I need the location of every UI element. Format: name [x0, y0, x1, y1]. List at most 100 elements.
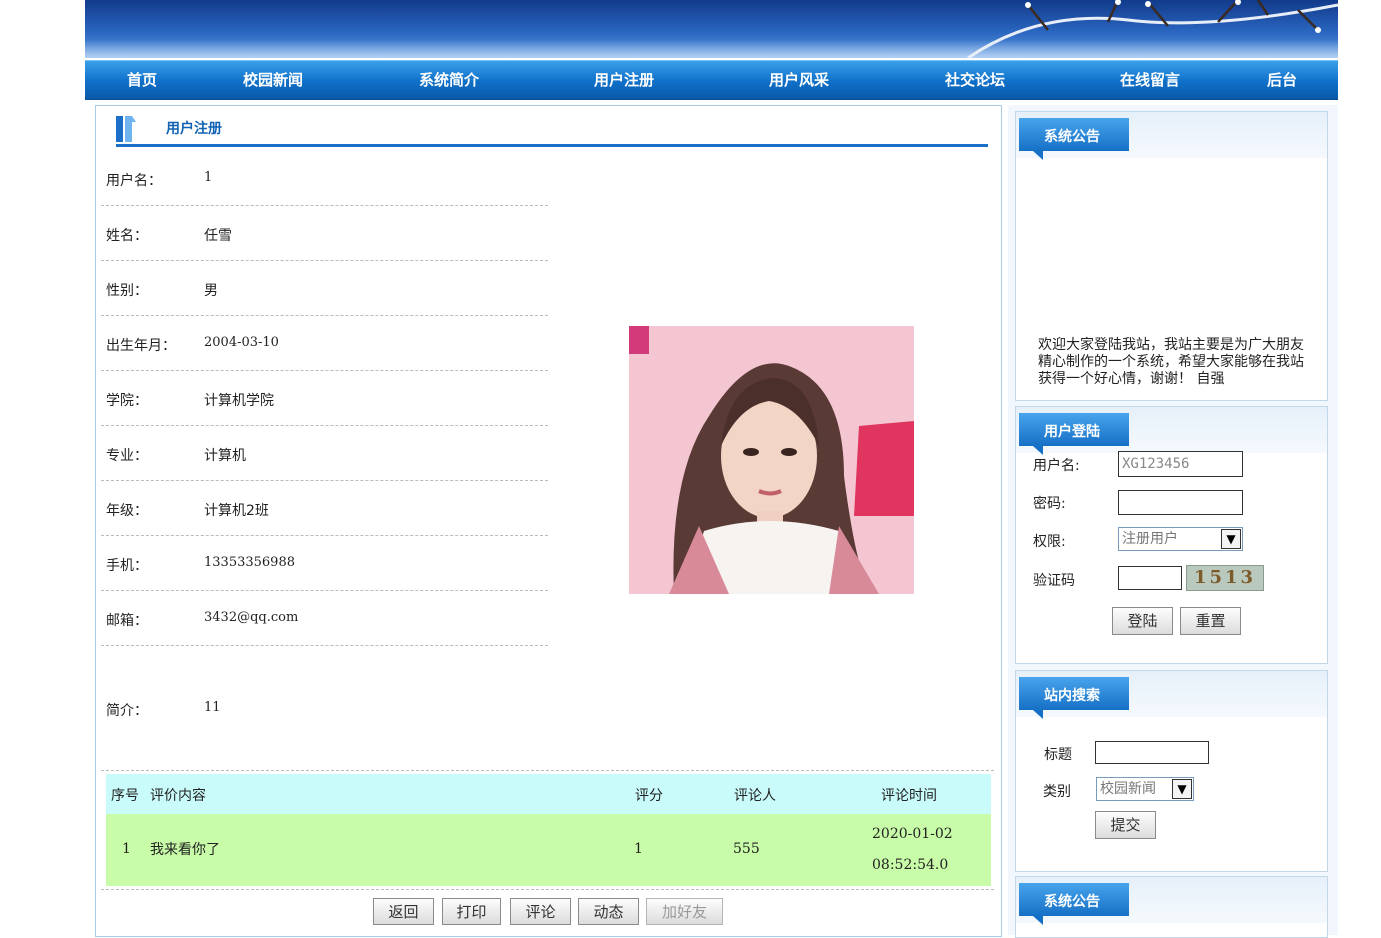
- col-header-no: 序号: [111, 788, 139, 804]
- field-label: 出生年月：: [106, 338, 176, 354]
- cell-user: 555: [733, 841, 760, 857]
- field-row-email: 邮箱： 3432@qq.com: [101, 590, 548, 646]
- search-title-input[interactable]: [1095, 741, 1209, 764]
- comment-table-header: 序号 评价内容 评分 评论人 评论时间: [106, 774, 991, 814]
- nav-item-home[interactable]: 首页: [127, 69, 157, 90]
- captcha-label: 验证码: [1033, 573, 1075, 589]
- add-friend-button[interactable]: 加好友: [646, 898, 723, 925]
- field-row-intro: 简介： 11: [101, 645, 994, 771]
- search-category-label: 类别: [1043, 784, 1071, 800]
- reset-button[interactable]: 重置: [1180, 607, 1241, 635]
- nav-item-forum[interactable]: 社交论坛: [945, 69, 1005, 90]
- nav-item-messages[interactable]: 在线留言: [1120, 69, 1180, 90]
- field-value: 13353356988: [204, 555, 295, 570]
- back-button[interactable]: 返回: [373, 898, 434, 925]
- nav-item-campus-news[interactable]: 校园新闻: [243, 69, 303, 90]
- field-label: 用户名：: [106, 173, 162, 189]
- field-value: 男: [204, 283, 218, 299]
- category-select-value: 校园新闻: [1100, 781, 1156, 797]
- tab-pointer: [1033, 151, 1043, 160]
- chevron-down-icon: ▼: [1221, 529, 1241, 549]
- notice-panel: 系统公告 欢迎大家登陆我站，我站主要是为广大朋友精心制作的一个系统，希望大家能够…: [1015, 111, 1328, 401]
- nav-item-user-showcase[interactable]: 用户风采: [769, 69, 829, 90]
- role-select-value: 注册用户: [1122, 531, 1178, 547]
- role-label: 权限:: [1033, 534, 1066, 550]
- nav-item-system-intro[interactable]: 系统简介: [419, 69, 479, 90]
- cell-date: 2020-01-02: [872, 826, 953, 842]
- panel-tab: 系统公告: [1019, 883, 1129, 916]
- col-header-user: 评论人: [734, 788, 776, 804]
- tab-pointer: [1033, 916, 1043, 925]
- notice-title: 系统公告: [1044, 129, 1100, 145]
- notice2-title: 系统公告: [1044, 894, 1100, 910]
- nav-item-user-register[interactable]: 用户注册: [594, 69, 654, 90]
- search-submit-button[interactable]: 提交: [1095, 811, 1156, 839]
- field-row-phone: 手机： 13353356988: [101, 535, 548, 591]
- captcha-input[interactable]: [1118, 566, 1182, 590]
- field-label: 姓名：: [106, 228, 148, 244]
- field-label: 邮箱：: [106, 613, 148, 629]
- field-label: 手机：: [106, 558, 148, 574]
- tab-pointer: [1033, 446, 1043, 455]
- panel-header: 系统公告: [1016, 877, 1327, 925]
- field-value: 任雪: [204, 228, 232, 244]
- section-header: 用户注册: [116, 114, 988, 147]
- action-bar: 返回 打印 评论 动态 加好友: [101, 889, 994, 935]
- cell-no: 1: [122, 841, 131, 857]
- main-nav: 首页 校园新闻 系统简介 用户注册 用户风采 社交论坛 在线留言 后台: [85, 60, 1338, 100]
- role-select[interactable]: 注册用户 ▼: [1118, 527, 1243, 551]
- login-panel: 用户登陆 用户名: XG123456 密码: 权限: 注册用户 ▼ 验证码 15…: [1015, 406, 1328, 664]
- field-row-gender: 性别： 男: [101, 260, 548, 316]
- notice-text: 欢迎大家登陆我站，我站主要是为广大朋友精心制作的一个系统，希望大家能够在我站获得…: [1038, 337, 1304, 387]
- login-button[interactable]: 登陆: [1112, 607, 1173, 635]
- search-panel: 站内搜索 标题 类别 校园新闻 ▼ 提交: [1015, 670, 1328, 872]
- field-row-major: 专业： 计算机: [101, 425, 548, 481]
- comment-button[interactable]: 评论: [510, 898, 571, 925]
- section-title: 用户注册: [166, 121, 222, 137]
- field-row-college: 学院： 计算机学院: [101, 370, 548, 426]
- panel-tab: 用户登陆: [1019, 413, 1129, 446]
- field-value: 11: [204, 700, 221, 715]
- col-header-score: 评分: [635, 788, 663, 804]
- field-value: 计算机: [204, 448, 246, 464]
- field-row-grade: 年级： 计算机2班: [101, 480, 548, 536]
- cell-time: 08:52:54.0: [872, 857, 949, 873]
- search-category-select[interactable]: 校园新闻 ▼: [1096, 777, 1194, 801]
- field-value: 1: [204, 170, 213, 185]
- cell-content: 我来看你了: [150, 842, 220, 858]
- panel-header: 系统公告: [1016, 112, 1327, 160]
- header-banner: [85, 0, 1338, 58]
- field-row-birth: 出生年月： 2004-03-10: [101, 315, 548, 371]
- password-label: 密码:: [1033, 496, 1066, 512]
- panel-tab: 系统公告: [1019, 118, 1129, 151]
- col-header-time: 评论时间: [881, 788, 937, 804]
- password-input[interactable]: [1118, 490, 1243, 515]
- field-row-username: 用户名： 1: [101, 150, 548, 206]
- print-button[interactable]: 打印: [442, 898, 501, 925]
- panel-header: 用户登陆: [1016, 407, 1327, 455]
- field-label: 专业：: [106, 448, 148, 464]
- panel-tab: 站内搜索: [1019, 677, 1129, 710]
- field-value: 2004-03-10: [204, 335, 279, 350]
- chevron-down-icon: ▼: [1172, 779, 1192, 799]
- tab-pointer: [1033, 710, 1043, 719]
- username-input[interactable]: XG123456: [1118, 451, 1243, 477]
- section-marker-icon: [116, 116, 136, 142]
- field-label: 简介：: [106, 703, 148, 719]
- field-value: 3432@qq.com: [204, 610, 299, 625]
- user-photo-portrait: [629, 326, 914, 594]
- captcha-image[interactable]: 1513: [1186, 565, 1264, 591]
- field-row-name: 姓名： 任雪: [101, 205, 548, 261]
- main-panel: 用户注册 用户名： 1 姓名： 任雪 性别： 男 出生年月： 2004-03-1…: [95, 105, 1002, 937]
- field-label: 学院：: [106, 393, 148, 409]
- search-title-label: 标题: [1044, 747, 1072, 763]
- activity-button[interactable]: 动态: [578, 898, 639, 925]
- table-row: 1 我来看你了 1 555 2020-01-02 08:52:54.0: [106, 814, 991, 886]
- login-title: 用户登陆: [1044, 424, 1100, 440]
- field-value: 计算机2班: [204, 503, 269, 519]
- nav-item-admin[interactable]: 后台: [1267, 69, 1297, 90]
- user-photo: [629, 326, 914, 594]
- field-value: 计算机学院: [204, 393, 274, 409]
- username-label: 用户名:: [1033, 458, 1080, 474]
- cell-score: 1: [634, 841, 643, 857]
